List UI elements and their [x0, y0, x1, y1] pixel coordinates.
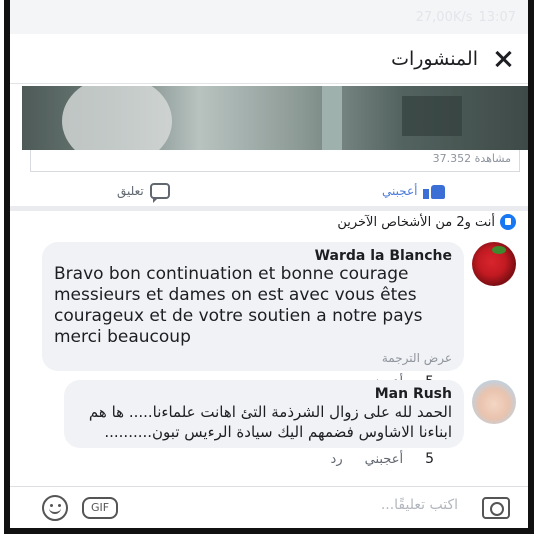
comment-meta: 5 أعجبني رد	[64, 448, 464, 467]
comment-text: Bravo bon continuation et bonne courage …	[54, 264, 423, 347]
like-count: 5	[425, 451, 434, 467]
comment-composer: اكتب تعليقًا... GIF	[10, 486, 528, 528]
comment-text: الحمد لله على زوال الشرذمة التئ اهانت عل…	[88, 403, 452, 441]
emoji-icon[interactable]	[42, 495, 68, 521]
comment-input[interactable]: اكتب تعليقًا...	[381, 497, 458, 513]
video-info: 37.352 مشاهدة	[30, 150, 520, 172]
comment-bubble: Warda la Blanche Bravo bon continuation …	[42, 242, 464, 371]
comment-label: تعليق	[117, 184, 144, 198]
camera-icon[interactable]	[482, 497, 510, 519]
app-frame: 27,00K/s 13:07 المنشورات 37.352 مشاهدة أ…	[4, 0, 534, 534]
comment-author[interactable]: Warda la Blanche	[54, 248, 452, 264]
post-actions: أعجبني تعليق	[22, 176, 528, 206]
thumbs-up-icon	[423, 183, 446, 199]
comment-bubble: Man Rush الحمد لله على زوال الشرذمة التئ…	[64, 380, 464, 448]
status-bar: 27,00K/s 13:07	[10, 0, 528, 34]
gif-button[interactable]: GIF	[82, 497, 118, 519]
see-translation-link[interactable]: عرض الترجمة	[54, 351, 452, 365]
comment-item: Warda la Blanche Bravo bon continuation …	[42, 242, 516, 390]
reactions-text: أنت و2 من الأشخاص الآخرين	[337, 214, 495, 230]
like-reaction-icon	[500, 214, 516, 230]
avatar[interactable]	[472, 242, 516, 286]
comment-button[interactable]: تعليق	[117, 183, 170, 203]
comment-like-link[interactable]: أعجبني	[365, 452, 403, 467]
comment-reply-link[interactable]: رد	[331, 452, 343, 467]
comment-item: Man Rush الحمد لله على زوال الشرذمة التئ…	[64, 380, 516, 467]
top-bar: المنشورات	[10, 34, 528, 84]
comment-author[interactable]: Man Rush	[76, 386, 452, 402]
avatar[interactable]	[472, 380, 516, 424]
view-count: 37.352 مشاهدة	[432, 152, 511, 165]
video-thumbnail[interactable]	[22, 86, 528, 150]
reactions-summary[interactable]: أنت و2 من الأشخاص الآخرين	[337, 214, 516, 230]
divider	[10, 206, 528, 211]
like-label: أعجبني	[382, 184, 418, 198]
page-title: المنشورات	[391, 47, 478, 70]
like-button[interactable]: أعجبني	[382, 183, 446, 199]
close-icon[interactable]	[492, 48, 514, 70]
network-speed: 27,00K/s	[415, 9, 473, 25]
clock: 13:07	[478, 9, 516, 25]
comment-bubble-icon	[149, 183, 170, 203]
